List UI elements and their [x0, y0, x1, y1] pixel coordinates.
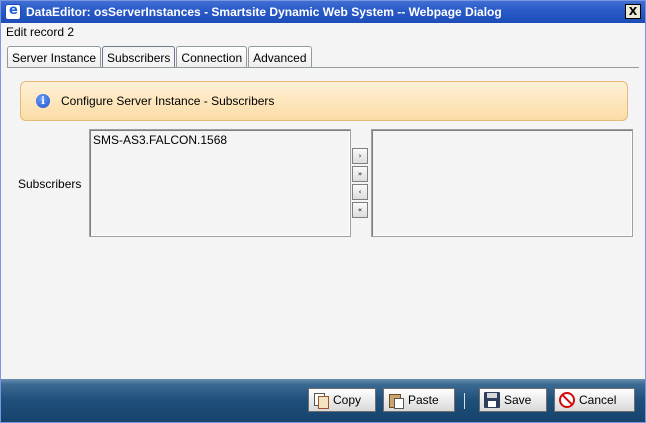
button-bar: Copy Paste Save Cancel: [1, 379, 645, 422]
save-button[interactable]: Save: [479, 388, 547, 412]
tab-advanced[interactable]: Advanced: [248, 46, 312, 68]
selected-subscribers-list[interactable]: [371, 129, 633, 237]
save-label: Save: [504, 393, 532, 407]
dialog-window: DataEditor: osServerInstances - Smartsit…: [0, 0, 646, 423]
copy-button[interactable]: Copy: [308, 388, 376, 412]
dialog-content: Edit record 2 Server Instance Subscriber…: [1, 23, 645, 379]
info-text: Configure Server Instance - Subscribers: [61, 94, 275, 108]
tab-strip: Server Instance Subscribers Connection A…: [7, 46, 313, 68]
paste-button[interactable]: Paste: [383, 388, 455, 412]
info-banner: i Configure Server Instance - Subscriber…: [20, 81, 628, 121]
copy-icon: [313, 392, 329, 409]
available-subscribers-list[interactable]: SMS-AS3.FALCON.1568: [89, 129, 351, 237]
tab-connection[interactable]: Connection: [176, 46, 248, 68]
cancel-label: Cancel: [579, 393, 617, 407]
window-title: DataEditor: osServerInstances - Smartsit…: [26, 5, 502, 19]
tab-subscribers[interactable]: Subscribers: [102, 46, 176, 68]
transfer-buttons: › » ‹ «: [352, 148, 369, 220]
subscribers-label: Subscribers: [18, 177, 82, 191]
copy-label: Copy: [333, 393, 362, 407]
info-icon: i: [36, 94, 50, 108]
move-all-right-button[interactable]: »: [352, 166, 368, 182]
move-all-left-button[interactable]: «: [352, 202, 368, 218]
paste-icon: [388, 392, 404, 409]
close-button[interactable]: X: [625, 4, 641, 19]
move-left-button[interactable]: ‹: [352, 184, 368, 200]
button-separator: [464, 393, 465, 409]
cancel-icon: [559, 392, 575, 408]
edit-record-label: Edit record 2: [6, 25, 75, 39]
paste-label: Paste: [408, 393, 439, 407]
ie-app-icon: [5, 3, 21, 20]
tab-divider: [7, 67, 639, 68]
cancel-button[interactable]: Cancel: [554, 388, 635, 412]
tab-server-instance[interactable]: Server Instance: [7, 46, 102, 68]
list-item[interactable]: SMS-AS3.FALCON.1568: [90, 130, 350, 147]
move-right-button[interactable]: ›: [352, 148, 368, 164]
title-bar[interactable]: DataEditor: osServerInstances - Smartsit…: [1, 1, 645, 23]
save-icon: [484, 392, 500, 408]
